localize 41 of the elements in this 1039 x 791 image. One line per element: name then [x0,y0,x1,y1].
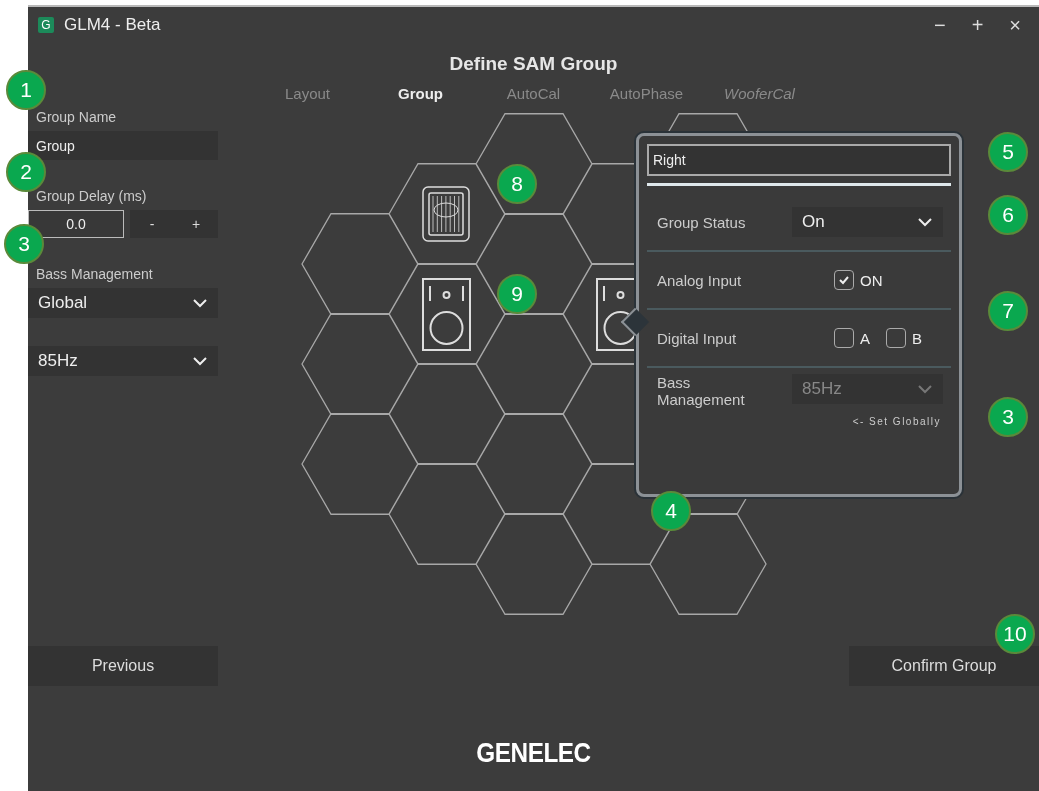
checkbox[interactable] [834,270,854,290]
row-label: Digital Input [657,329,738,347]
confirm-button[interactable]: Confirm Group [849,646,1039,686]
dropdown[interactable]: Global [28,288,218,318]
checkbox[interactable] [834,328,854,348]
dropdown[interactable]: 85Hz [28,346,218,376]
field-label: Bass Management [35,266,154,282]
checkbox-label: A [860,329,870,347]
chevron-down-icon [917,384,933,394]
row-label: Group Status [657,213,747,231]
subwoofer-icon[interactable] [422,186,470,242]
speaker-name-field[interactable]: Right [647,144,951,176]
checkbox-label: B [912,329,923,347]
window-control[interactable]: + [963,13,992,37]
step-button[interactable]: + [174,210,218,238]
previous-button[interactable]: Previous [28,646,218,686]
chevron-down-icon [192,356,208,366]
window-control[interactable]: − [925,13,954,37]
callout-marker: 1 [6,70,46,110]
app-icon: G [38,17,54,33]
row-label: Analog Input [657,271,743,289]
dropdown[interactable]: On [792,207,943,237]
chevron-down-icon [917,217,933,227]
field-label: Group Name [35,109,118,125]
check-icon [838,275,850,285]
checkbox[interactable] [886,328,906,348]
callout-marker: 3 [4,224,44,264]
checkbox-label: ON [860,271,883,289]
window-control[interactable]: × [1001,13,1029,37]
speaker-icon[interactable] [422,278,471,351]
group-name-field[interactable]: Group [28,131,218,160]
step-tab[interactable]: Group [364,81,477,106]
callout-marker: 2 [6,152,46,192]
step-button[interactable]: - [130,210,174,238]
chevron-down-icon [192,298,208,308]
row-label: Bass Management [657,374,746,408]
page-heading: Define SAM Group [449,53,618,75]
delay-input-field[interactable]: 0.0 [28,210,124,238]
hint-text: <- Set Globally [852,416,941,427]
brand-logo: GENELEC [476,738,591,769]
window-title: GLM4 - Beta [64,15,162,35]
